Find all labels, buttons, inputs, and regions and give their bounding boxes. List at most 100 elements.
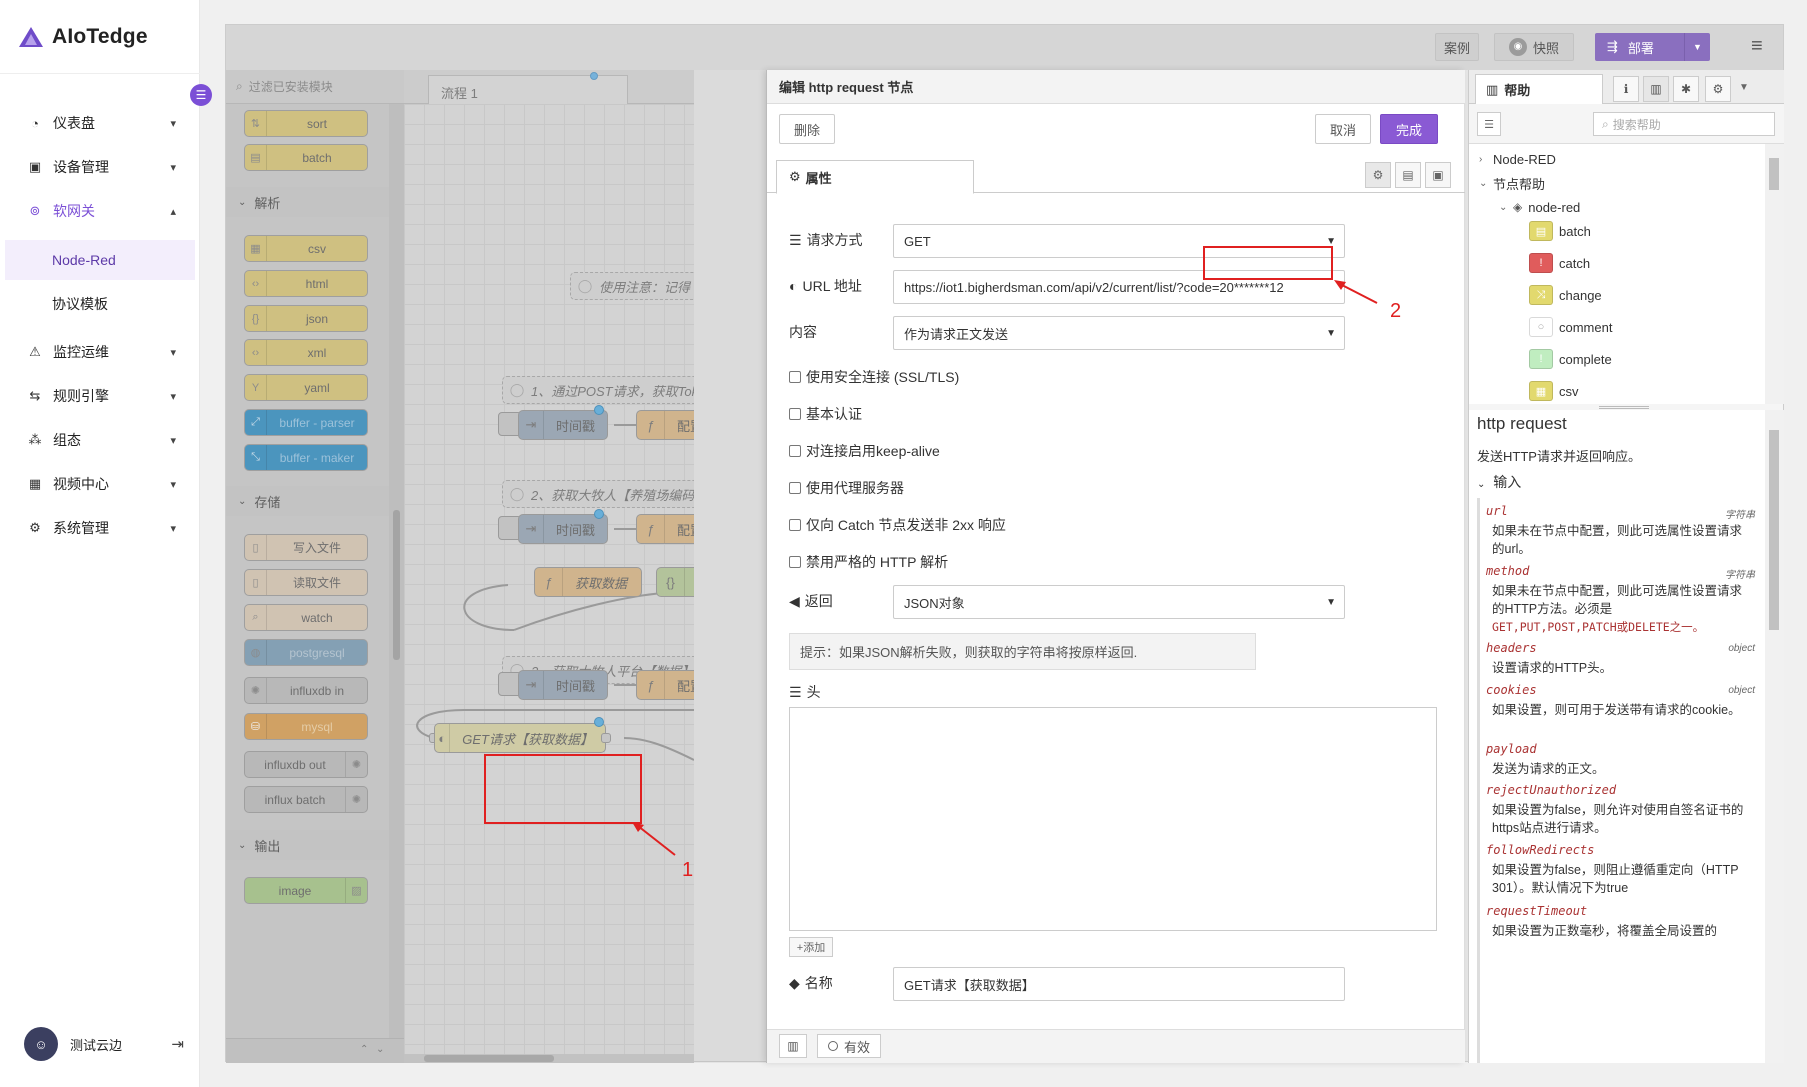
settings-tab-icon[interactable]: ⚙ xyxy=(1365,162,1391,188)
tree-item-node-red[interactable]: › Node-RED xyxy=(1479,146,1556,172)
tree-scrollbar-thumb[interactable] xyxy=(1769,158,1779,190)
prop-desc: 如果设置为false，则阻止遵循重定向（HTTP 301）。默认情况下为true xyxy=(1492,863,1739,895)
collapse-sidebar-button[interactable]: ☰ xyxy=(190,84,212,106)
help-inputs-heading[interactable]: ⌄ 输入 xyxy=(1477,472,1521,492)
delete-button[interactable]: 删除 xyxy=(779,114,835,144)
alert-icon: ! xyxy=(1529,253,1553,273)
sub-item-node-red[interactable]: Node-Red xyxy=(5,240,195,280)
checkbox-box[interactable] xyxy=(789,556,801,568)
chevron-right-icon: › xyxy=(1479,153,1483,165)
add-header-button[interactable]: +添加 xyxy=(789,937,833,957)
gear-icon[interactable]: ⚙ xyxy=(1705,76,1731,102)
name-input[interactable]: GET请求【获取数据】 xyxy=(893,967,1345,1001)
tree-label: comment xyxy=(1559,319,1613,335)
tree-item-batch[interactable]: ▤ batch xyxy=(1529,218,1591,244)
deploy-dropdown-icon[interactable]: ▼ xyxy=(1684,33,1710,61)
menu-item-label: 组态 xyxy=(53,432,81,448)
checkbox-box[interactable] xyxy=(789,482,801,494)
menu-item-devices[interactable]: ▣ 设备管理 ▾ xyxy=(0,147,200,187)
tree-item-node-help[interactable]: ⌄ 节点帮助 xyxy=(1479,170,1545,196)
debug-icon[interactable]: ✱ xyxy=(1673,76,1699,102)
description-tab-icon[interactable]: ▤ xyxy=(1395,162,1421,188)
deploy-button[interactable]: ⇶ 部署 ▼ xyxy=(1595,33,1710,61)
chevron-down-icon: ▾ xyxy=(170,117,176,130)
menu-item-dashboard[interactable]: ◔ 仪表盘 ▾ xyxy=(0,103,200,143)
headers-list[interactable] xyxy=(789,707,1437,931)
chevron-down-icon[interactable]: ▼ xyxy=(1739,82,1749,93)
menu-item-system[interactable]: ⚙ 系统管理 ▾ xyxy=(0,508,200,548)
case-label: 案例 xyxy=(1443,40,1470,56)
appearance-tab-icon[interactable]: ▣ xyxy=(1425,162,1451,188)
tree-item-change[interactable]: ⤨ change xyxy=(1529,282,1602,308)
checkbox-box[interactable] xyxy=(789,445,801,457)
checkbox-proxy[interactable]: 使用代理服务器 xyxy=(789,478,904,498)
toc-toggle-icon[interactable]: ☰ xyxy=(1477,112,1501,136)
prop-desc: 如果未在节点中配置，则此可选属性设置请求的url。 xyxy=(1492,524,1743,556)
checkbox-basic-auth[interactable]: 基本认证 xyxy=(789,404,862,424)
book-icon: ▥ xyxy=(1486,81,1499,97)
logout-icon[interactable]: ⇥ xyxy=(171,1035,184,1053)
sub-item-protocol-templates[interactable]: 协议模板 xyxy=(5,284,195,324)
help-scrollbar-thumb[interactable] xyxy=(1769,430,1779,630)
checkbox-box[interactable] xyxy=(789,519,801,531)
url-label: ◐ URL 地址 xyxy=(789,276,862,296)
tab-properties[interactable]: ⚙ 属性 xyxy=(776,160,974,194)
menu-item-rules[interactable]: ⇆ 规则引擎 ▾ xyxy=(0,376,200,416)
menu-item-label: 监控运维 xyxy=(53,344,109,360)
case-button[interactable]: 案例 xyxy=(1435,33,1479,61)
package-icon: ◈ xyxy=(1513,200,1523,214)
tree-item-comment[interactable]: ○ comment xyxy=(1529,314,1612,340)
tree-item-csv[interactable]: ▦ csv xyxy=(1529,378,1579,404)
method-value: GET xyxy=(904,233,931,249)
menu-item-monitoring[interactable]: ⚠ 监控运维 ▾ xyxy=(0,332,200,372)
menu-item-gateway[interactable]: ⊚ 软网关 ▴ xyxy=(0,191,200,231)
checkbox-insecure-http[interactable]: 禁用严格的 HTTP 解析 xyxy=(789,552,948,572)
deploy-icon: ⇶ xyxy=(1607,39,1618,54)
book-icon[interactable]: ▥ xyxy=(779,1034,807,1058)
checkbox-keep-alive[interactable]: 对连接启用keep-alive xyxy=(789,441,940,461)
menu-item-video[interactable]: ▦ 视频中心 ▾ xyxy=(0,464,200,504)
content-label: 内容 xyxy=(789,322,817,342)
enabled-toggle[interactable]: 有效 xyxy=(817,1034,881,1058)
sub-item-label: Node-Red xyxy=(52,252,116,268)
snapshot-button[interactable]: ◉ 快照 xyxy=(1494,33,1574,61)
return-select[interactable]: JSON对象 ▼ xyxy=(893,585,1345,619)
user-profile[interactable]: ☺ 测试云边 ⇥ xyxy=(24,1024,184,1064)
cancel-button[interactable]: 取消 xyxy=(1315,114,1371,144)
info-icon[interactable]: ℹ xyxy=(1613,76,1639,102)
prop-desc: 如果设置为正数毫秒，将覆盖全局设置的 xyxy=(1492,924,1718,938)
chevron-down-icon: ▾ xyxy=(170,434,176,447)
menu-item-label: 规则引擎 xyxy=(53,388,109,404)
help-content: http request 发送HTTP请求并返回响应。 ⌄ 输入 url 字符串… xyxy=(1469,410,1765,1063)
chevron-down-icon: ▾ xyxy=(170,478,176,491)
checkbox-label: 禁用严格的 HTTP 解析 xyxy=(806,554,949,570)
help-node-description: 发送HTTP请求并返回响应。 xyxy=(1477,449,1641,464)
checkbox-catch-non-2xx[interactable]: 仅向 Catch 节点发送非 2xx 响应 xyxy=(789,515,1006,535)
resize-handle[interactable] xyxy=(1599,406,1649,409)
prop-desc: 如果设置，则可用于发送带有请求的cookie。 xyxy=(1492,703,1741,717)
tree-item-node-red-module[interactable]: ⌄ ◈ node-red xyxy=(1499,194,1580,220)
book-icon[interactable]: ▥ xyxy=(1643,76,1669,102)
chevron-down-icon: ▾ xyxy=(170,161,176,174)
content-select[interactable]: 作为请求正文发送 ▼ xyxy=(893,316,1345,350)
done-button[interactable]: 完成 xyxy=(1380,114,1438,144)
method-label-text: 请求方式 xyxy=(806,232,863,248)
checkbox-box[interactable] xyxy=(789,371,801,383)
checkbox-ssl[interactable]: 使用安全连接 (SSL/TLS) xyxy=(789,367,959,387)
rules-icon: ⇆ xyxy=(29,388,41,403)
tree-item-complete[interactable]: ! complete xyxy=(1529,346,1612,372)
help-sidebar: ▥ 帮助 ℹ ▥ ✱ ⚙ ▼ ☰ ⌕ 搜索帮助 › Node-RED ⌄ 节点帮… xyxy=(1468,70,1784,1063)
comment-icon: ○ xyxy=(1529,317,1553,337)
help-search-input[interactable]: ⌕ 搜索帮助 xyxy=(1593,112,1775,136)
monitor-icon: ⚠ xyxy=(29,344,41,359)
tree-item-catch[interactable]: ! catch xyxy=(1529,250,1590,276)
list-icon: ☰ xyxy=(789,683,802,700)
sidebar-divider xyxy=(0,73,200,74)
main-menu-icon[interactable]: ≡ xyxy=(1751,36,1769,56)
tab-help[interactable]: ▥ 帮助 xyxy=(1475,74,1603,105)
app-sidebar: AIoTedge ☰ ◔ 仪表盘 ▾ ▣ 设备管理 ▾ ⊚ 软网关 ▴ Node… xyxy=(0,0,212,1087)
app-logo[interactable]: AIoTedge xyxy=(18,22,148,52)
tree-label: catch xyxy=(1559,255,1591,271)
menu-item-scada[interactable]: ⁂ 组态 ▾ xyxy=(0,420,200,460)
checkbox-box[interactable] xyxy=(789,408,801,420)
